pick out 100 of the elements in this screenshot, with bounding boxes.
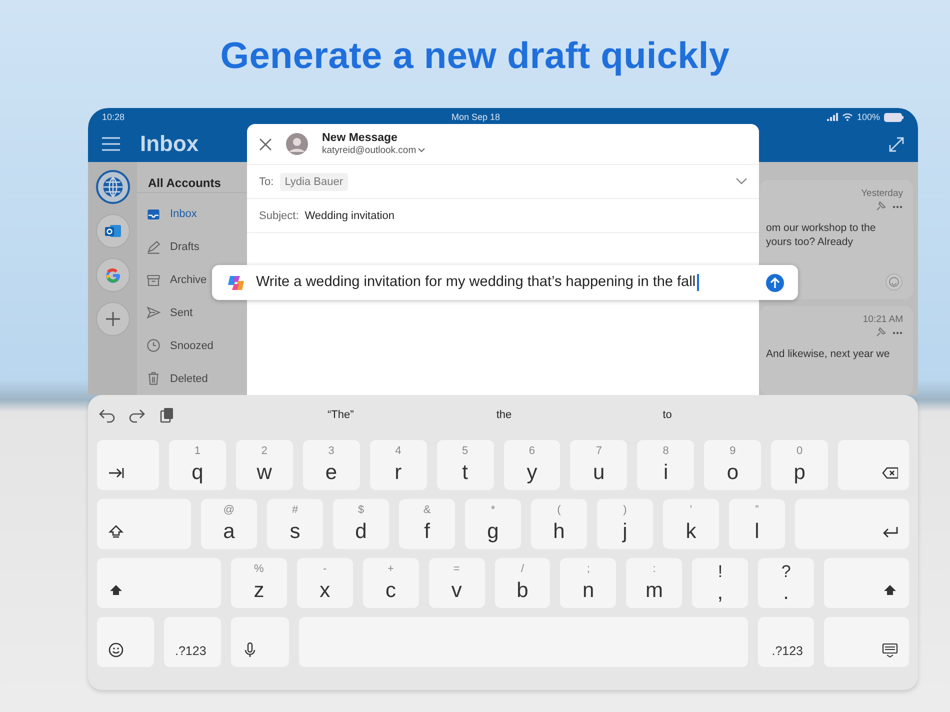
letter-key[interactable]: ; n — [560, 558, 616, 608]
numbers-key[interactable]: .?123 — [164, 617, 221, 667]
letter-key[interactable]: 9 o — [704, 440, 762, 490]
message-preview: om our workshop to the — [766, 222, 877, 234]
folder-item[interactable]: Drafts — [137, 230, 200, 264]
globe-icon — [102, 176, 124, 198]
message-card[interactable]: Yesterday om our workshop to the yours too? Already — [760, 180, 913, 299]
letter-key[interactable]: ( h — [531, 499, 587, 549]
pencil-icon — [146, 240, 161, 255]
send-icon — [146, 305, 161, 320]
return-icon — [882, 524, 898, 540]
arrow-up-icon — [766, 274, 784, 292]
backspace-icon — [882, 465, 898, 481]
headline: Generate a new draft quickly — [219, 34, 731, 78]
compose-title: New Message — [322, 132, 398, 144]
subject-label: Subject: — [259, 210, 299, 222]
chevron-down-icon — [418, 148, 426, 153]
pin-icon — [875, 201, 886, 212]
message-card[interactable]: 10:21 AM And likewise, next year we — [760, 306, 913, 395]
letter-key[interactable]: % z — [231, 558, 287, 608]
account-button[interactable] — [96, 302, 130, 336]
letter-key[interactable]: ! , — [692, 558, 748, 608]
folder-item[interactable]: Archive — [137, 264, 207, 296]
to-label: To: — [259, 176, 274, 188]
avatar — [286, 133, 308, 155]
letter-key[interactable]: ’ k — [663, 499, 719, 549]
message-time: 10:21 AM — [862, 314, 903, 325]
subject-field[interactable]: Wedding invitation — [304, 210, 394, 222]
microphone-icon — [242, 642, 258, 658]
trash-icon — [146, 371, 161, 386]
letter-key[interactable]: 4 r — [370, 440, 427, 490]
plus-icon — [104, 310, 122, 328]
expand-icon — [889, 136, 904, 152]
pin-icon — [875, 326, 886, 338]
letter-key[interactable]: = v — [428, 558, 485, 608]
letter-key[interactable]: 6 y — [504, 440, 560, 490]
account-button[interactable] — [96, 170, 130, 204]
mail-app-icon — [104, 222, 122, 240]
message-preview: And likewise, next year we — [766, 348, 891, 360]
letter-key[interactable]: ) j — [597, 499, 653, 549]
account-button[interactable] — [96, 214, 130, 248]
letter-key[interactable]: 2 w — [236, 440, 293, 490]
battery-icon — [884, 112, 904, 122]
archive-box-icon — [146, 272, 161, 288]
letter-key[interactable]: 8 i — [637, 440, 694, 490]
menu-button[interactable] — [102, 137, 120, 151]
chevron-down-icon — [736, 178, 747, 185]
letter-key[interactable]: 3 e — [302, 440, 360, 490]
letter-key[interactable]: # s — [267, 499, 323, 549]
letter-key[interactable]: * g — [465, 499, 521, 549]
letter-key[interactable]: - x — [296, 558, 353, 608]
letter-key[interactable]: & f — [399, 499, 455, 549]
paste-button[interactable] — [159, 407, 175, 423]
prompt-field[interactable]: Write a wedding invitation for my wedding that’s happening in the fall — [256, 274, 699, 291]
keyboard-icon — [882, 642, 898, 658]
smiley-icon — [885, 272, 903, 291]
emoji-key[interactable] — [97, 617, 154, 667]
letter-key[interactable]: / b — [494, 558, 550, 608]
recipient-chip[interactable]: Lydia Bauer — [280, 172, 348, 190]
clock-icon — [146, 338, 161, 354]
suggestion[interactable]: “The” — [259, 409, 422, 421]
folder-item[interactable]: Sent — [137, 296, 193, 330]
suggestion[interactable]: the — [422, 409, 586, 421]
message-time: Yesterday — [861, 188, 903, 199]
letter-key[interactable]: ” l — [729, 499, 785, 549]
letter-key[interactable]: 7 u — [570, 440, 628, 490]
expand-button[interactable] — [889, 136, 904, 152]
inbox-icon — [146, 206, 161, 222]
caps-lock-icon — [108, 524, 124, 540]
close-icon — [259, 138, 272, 150]
expand-recipients-button[interactable] — [736, 178, 747, 185]
tab-icon — [108, 465, 124, 481]
redo-button[interactable] — [129, 407, 145, 423]
smiley-icon — [108, 642, 124, 658]
letter-key[interactable]: $ d — [333, 499, 389, 549]
message-preview: yours too? Already — [766, 236, 854, 248]
letter-key[interactable]: : m — [626, 558, 682, 608]
letter-key[interactable]: @ a — [201, 499, 257, 549]
battery-level: 100% — [856, 112, 880, 122]
suggestion[interactable]: to — [586, 409, 749, 421]
folder-item[interactable]: Deleted — [137, 362, 208, 395]
undo-icon — [99, 407, 115, 423]
close-button[interactable] — [259, 138, 272, 150]
letter-key[interactable]: ? . — [758, 558, 814, 608]
send-button[interactable] — [766, 274, 784, 292]
redo-icon — [129, 407, 145, 423]
screen-title: Inbox — [140, 131, 199, 157]
status-date: Mon Sep 18 — [451, 112, 500, 122]
letter-key[interactable]: 1 q — [169, 440, 226, 490]
letter-key[interactable]: 0 p — [771, 440, 828, 490]
sender-account[interactable]: katyreid@outlook.com — [322, 145, 426, 156]
g-letter-icon — [104, 266, 122, 284]
letter-key[interactable]: 5 t — [436, 440, 494, 490]
wifi-icon — [842, 113, 853, 121]
status-time: 10:28 — [102, 112, 125, 122]
letter-key[interactable]: + c — [362, 558, 419, 608]
numbers-key[interactable]: .?123 — [758, 617, 814, 667]
account-button[interactable] — [96, 258, 130, 292]
undo-button[interactable] — [99, 407, 115, 423]
folder-item[interactable]: Snoozed — [137, 329, 214, 362]
